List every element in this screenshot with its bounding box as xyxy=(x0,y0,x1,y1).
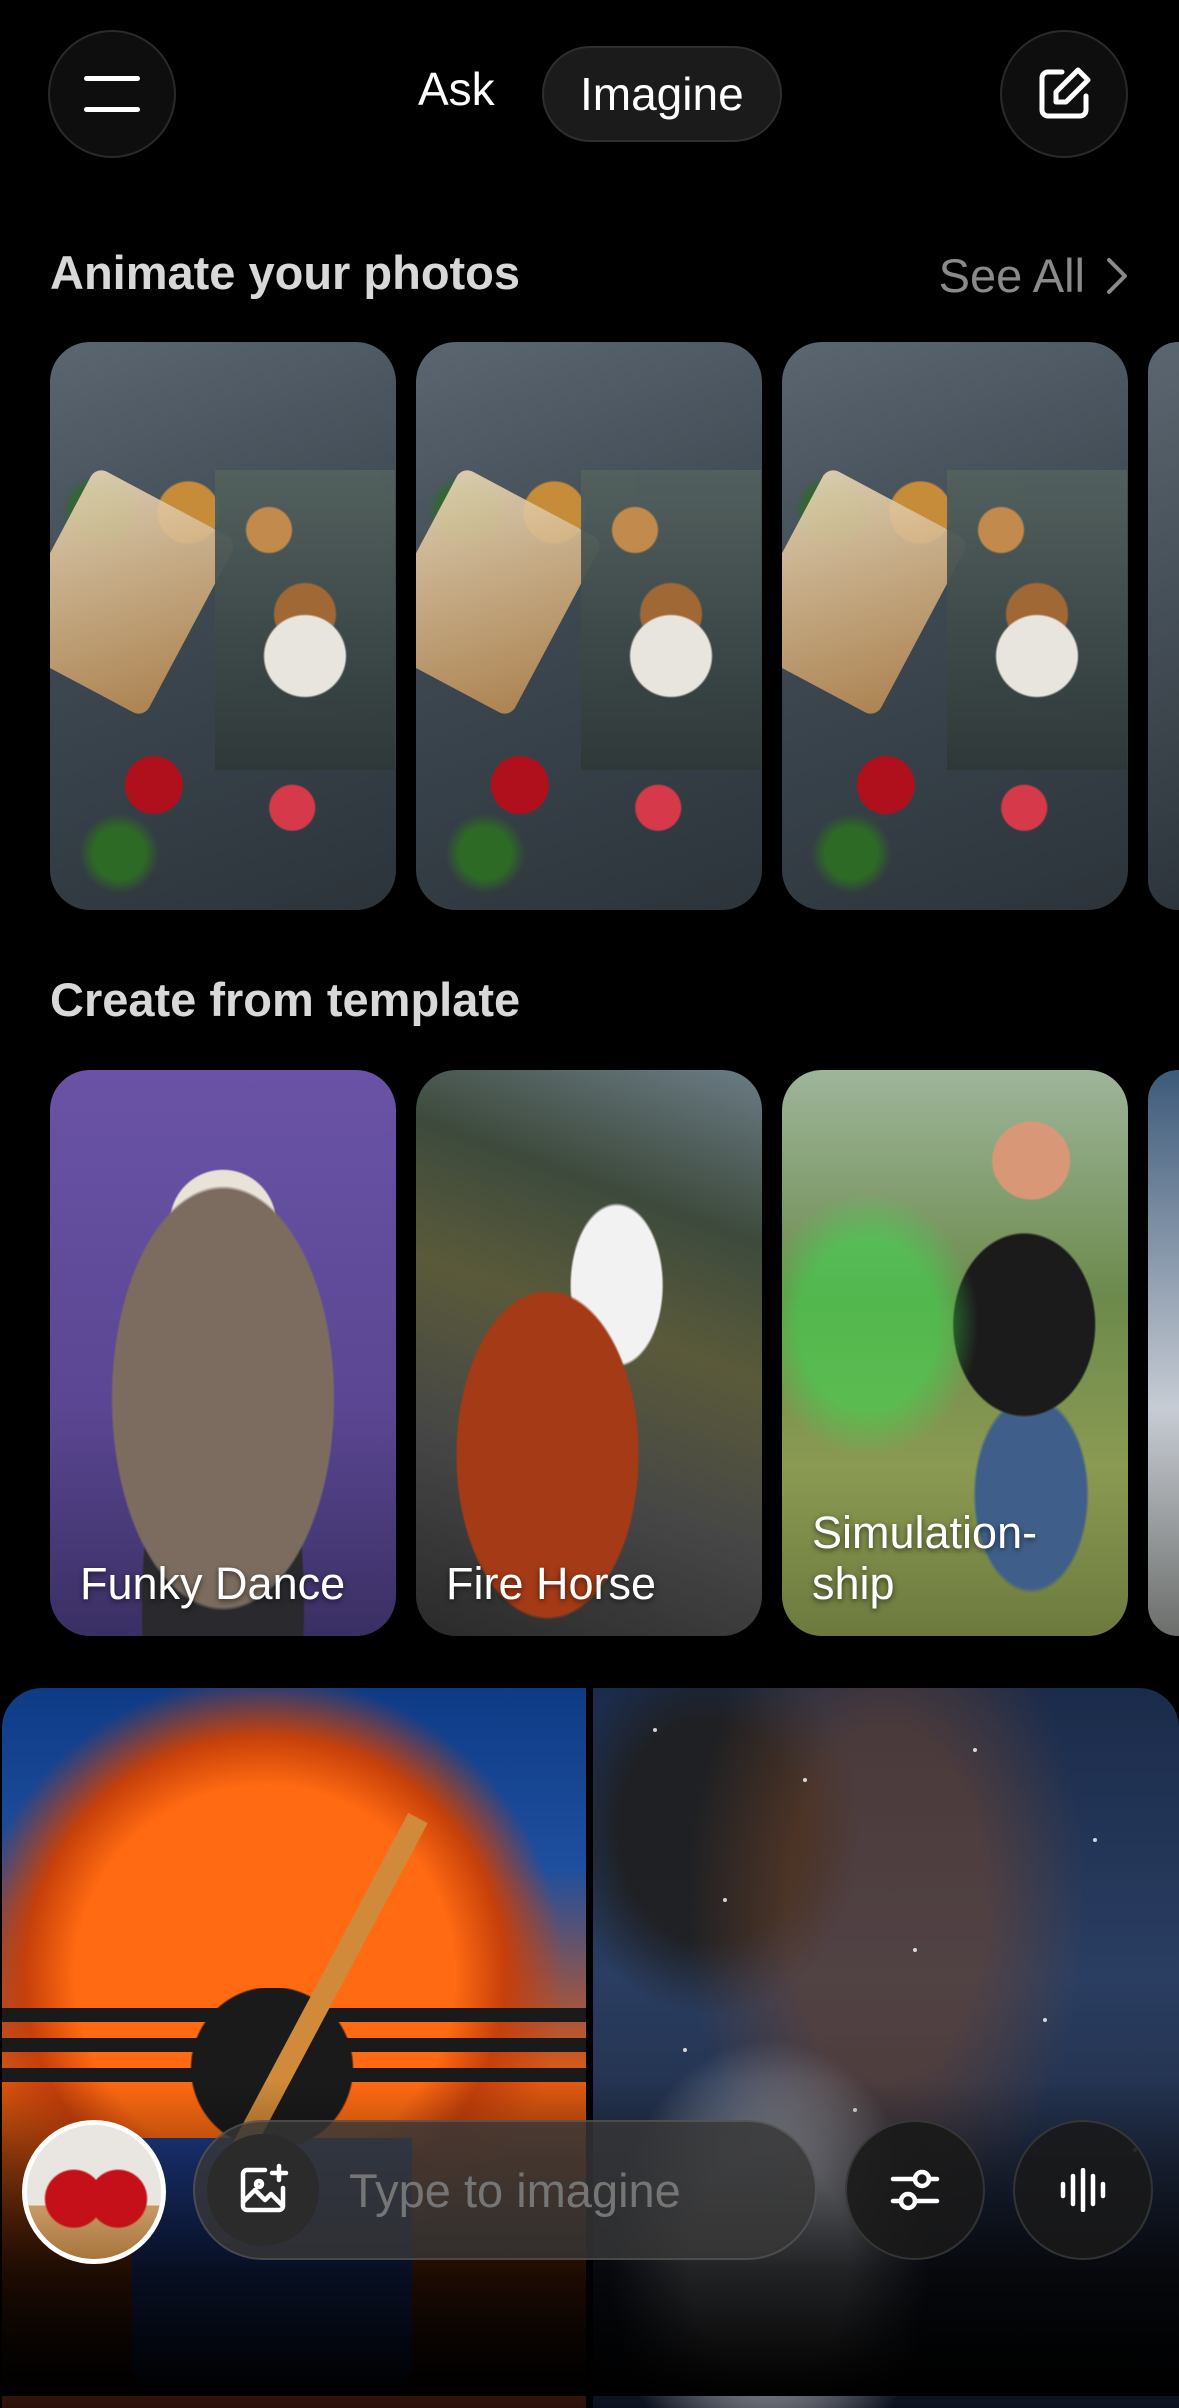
prompt-input[interactable] xyxy=(347,2161,771,2219)
template-card[interactable] xyxy=(1148,1070,1179,1636)
template-label: Funky Dance xyxy=(80,1558,346,1610)
selected-image-thumbnail[interactable] xyxy=(22,2120,166,2264)
voice-button[interactable] xyxy=(1013,2120,1153,2260)
tab-imagine[interactable]: Imagine xyxy=(542,46,782,142)
template-card-fire-horse[interactable]: Fire Horse xyxy=(416,1070,762,1636)
template-card-funky-dance[interactable]: Funky Dance xyxy=(50,1070,396,1636)
prompt-bar[interactable] xyxy=(193,2120,817,2260)
photo-card[interactable] xyxy=(782,342,1128,910)
photo-card[interactable] xyxy=(50,342,396,910)
voice-waveform-icon xyxy=(1060,2168,1106,2212)
see-all-link[interactable]: See All xyxy=(939,248,1129,303)
chevron-right-icon xyxy=(1107,257,1127,294)
tab-ask[interactable]: Ask xyxy=(418,62,495,116)
section-title-templates: Create from template xyxy=(50,973,521,1026)
photo-card[interactable] xyxy=(416,342,762,910)
template-label: Simulation-ship xyxy=(812,1506,1038,1610)
edit-compose-icon xyxy=(1039,67,1091,119)
section-title-animate: Animate your photos xyxy=(50,246,521,299)
add-image-button[interactable] xyxy=(207,2134,319,2246)
menu-button[interactable] xyxy=(48,30,176,158)
sliders-icon xyxy=(890,2169,940,2211)
see-all-label: See All xyxy=(938,249,1085,302)
photo-card[interactable] xyxy=(1148,342,1179,910)
template-card-simulation-ship[interactable]: Simulation-ship xyxy=(782,1070,1128,1636)
new-chat-button[interactable] xyxy=(1000,30,1128,158)
hamburger-menu-icon xyxy=(84,76,140,112)
template-label: Fire Horse xyxy=(446,1558,657,1610)
settings-button[interactable] xyxy=(845,2120,985,2260)
image-add-icon xyxy=(240,2163,289,2213)
